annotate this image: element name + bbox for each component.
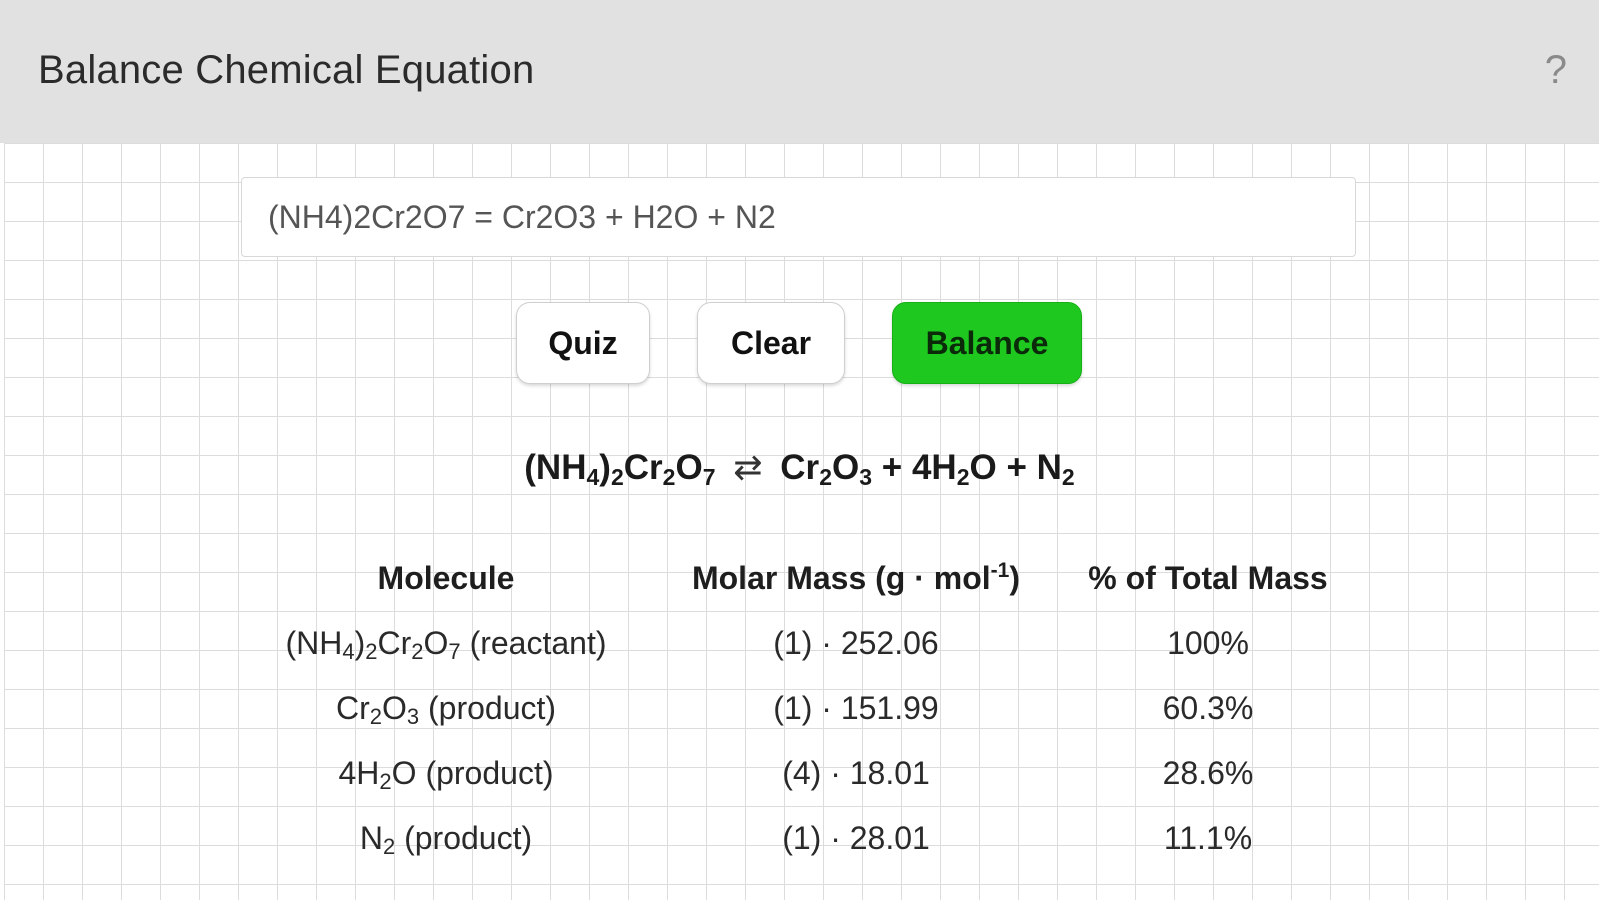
help-icon[interactable]: ? [1545, 48, 1567, 93]
molecule-cell: (NH4)2Cr2O7 (reactant) [285, 625, 607, 664]
app-header: Balance Chemical Equation ? [0, 0, 1599, 143]
molecule-cell: Cr2O3 (product) [335, 690, 557, 729]
table-row: 4H2O (product) (4) · 18.01 28.6% [0, 755, 1599, 805]
molar-mass-cell: (1) · 252.06 [773, 625, 939, 661]
molecule-cell: N2 (product) [359, 820, 533, 859]
balanced-equation: (NH4)2Cr2O7 ⇄ Cr2O3 + 4H2O + N2 [0, 448, 1599, 490]
balance-button[interactable]: Balance [892, 302, 1082, 384]
plus-sign: + [1006, 448, 1027, 487]
percent-cell: 28.6% [1162, 755, 1254, 791]
header-molecule: Molecule [377, 560, 515, 596]
clear-button[interactable]: Clear [697, 302, 845, 384]
reactant-formula: (NH4)2Cr2O7 [524, 448, 716, 490]
molar-mass-cell: (1) · 28.01 [782, 820, 930, 856]
header-molar-mass: Molar Mass (g · mol-1) [691, 559, 1021, 596]
percent-cell: 60.3% [1162, 690, 1254, 726]
page-title: Balance Chemical Equation [38, 48, 535, 92]
percent-cell: 11.1% [1163, 820, 1253, 856]
table-row: (NH4)2Cr2O7 (reactant) (1) · 252.06 100% [0, 625, 1599, 675]
percent-cell: 100% [1167, 625, 1249, 661]
molar-mass-cell: (1) · 151.99 [773, 690, 939, 726]
header-percent: % of Total Mass [1088, 560, 1328, 596]
equation-input[interactable] [241, 177, 1356, 257]
table-row: Cr2O3 (product) (1) · 151.99 60.3% [0, 690, 1599, 740]
equilibrium-arrow-icon: ⇄ [733, 448, 763, 487]
molecule-cell: 4H2O (product) [338, 755, 554, 794]
product-formula-1: Cr2O3 [780, 448, 873, 490]
table-row: N2 (product) (1) · 28.01 11.1% [0, 820, 1599, 870]
quiz-button[interactable]: Quiz [516, 302, 650, 384]
table-header-row: Molecule Molar Mass (g · mol-1) % of Tot… [0, 560, 1599, 610]
product-formula-3: N2 [1036, 448, 1075, 490]
molar-mass-cell: (4) · 18.01 [782, 755, 930, 791]
plus-sign: + [881, 448, 903, 487]
product-formula-2: 4H2O [911, 448, 997, 490]
